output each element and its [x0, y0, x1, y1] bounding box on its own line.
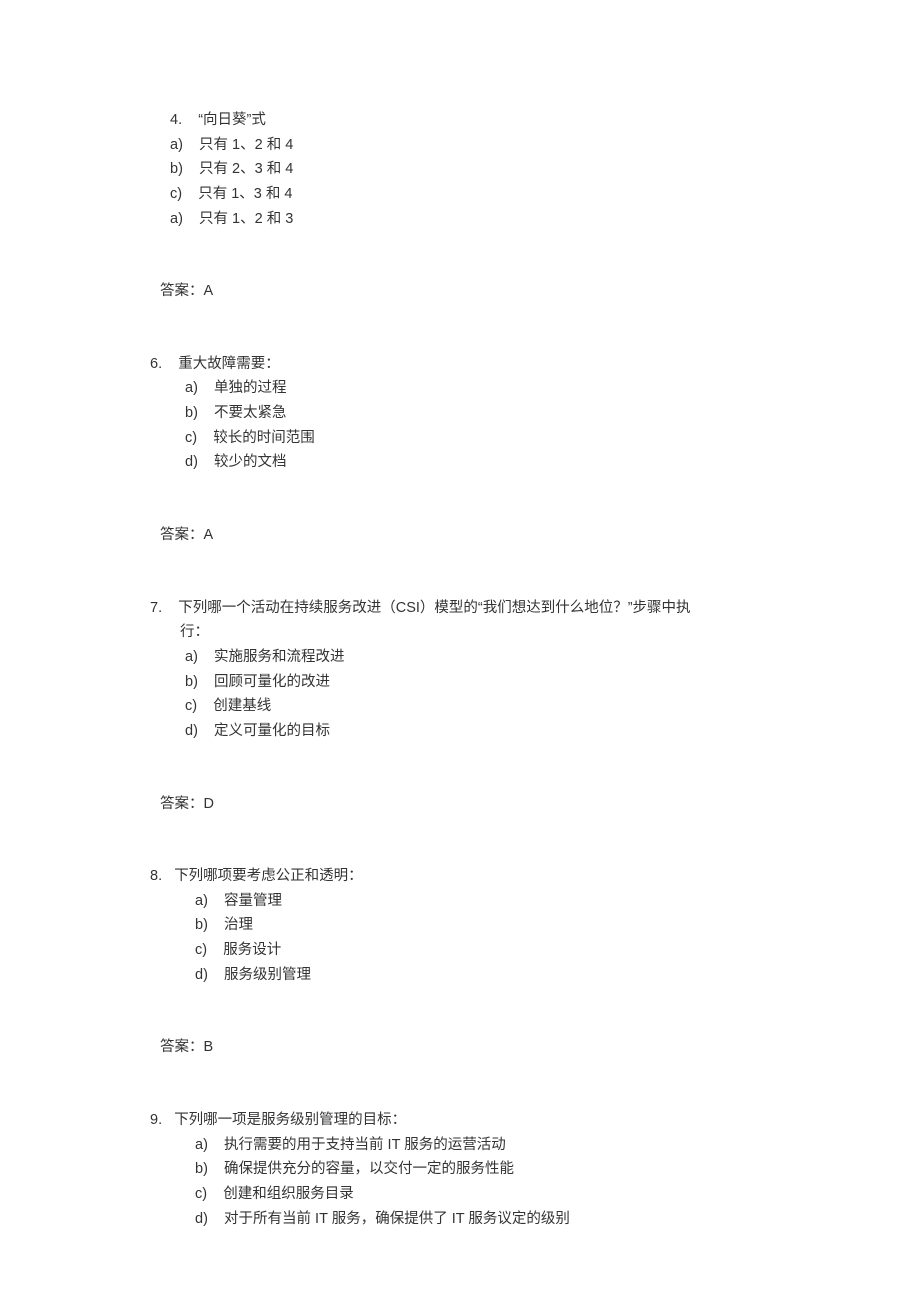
option-text: 只有 1、2 和 4: [199, 137, 293, 153]
option-marker: a): [185, 380, 198, 396]
option-marker: d): [185, 723, 198, 739]
option-text: 服务级别管理: [224, 967, 311, 983]
option-text: 确保提供充分的容量，以交付一定的服务性能: [224, 1161, 514, 1177]
answer: 答案：B: [150, 1035, 770, 1060]
option-text: 容量管理: [224, 893, 282, 909]
answer: 答案：D: [150, 792, 770, 817]
item-text: “向日葵”式: [198, 112, 266, 128]
option-text: 定义可量化的目标: [214, 723, 330, 739]
option-text: 不要太紧急: [214, 405, 287, 421]
option: c) 只有 1、3 和 4: [170, 182, 770, 207]
option-marker: a): [195, 1137, 208, 1153]
option-marker: a): [195, 893, 208, 909]
option-text: 实施服务和流程改进: [214, 649, 345, 665]
option: c) 较长的时间范围: [185, 426, 770, 451]
option-marker: b): [195, 1161, 208, 1177]
option-marker: a): [170, 137, 183, 153]
question-fragment: 4. “向日葵”式 a) 只有 1、2 和 4 b) 只有 2、3 和 4 c)…: [150, 108, 770, 304]
question-text: 下列哪一项是服务级别管理的目标：: [174, 1112, 406, 1128]
option-marker: a): [185, 649, 198, 665]
option: b) 只有 2、3 和 4: [170, 157, 770, 182]
option-text: 创建和组织服务目录: [223, 1186, 354, 1202]
question-text: 下列哪一个活动在持续服务改进（CSI）模型的“我们想达到什么地位？”步骤中执: [178, 600, 690, 616]
option-marker: a): [170, 211, 183, 227]
option-marker: b): [195, 917, 208, 933]
option-text: 执行需要的用于支持当前 IT 服务的运营活动: [224, 1137, 506, 1153]
option-marker: b): [185, 405, 198, 421]
option-text: 只有 1、2 和 3: [199, 211, 293, 227]
option: c) 创建基线: [185, 694, 770, 719]
option: b) 治理: [195, 913, 770, 938]
option-text: 只有 1、3 和 4: [198, 186, 292, 202]
option-marker: b): [185, 674, 198, 690]
option-text: 服务设计: [223, 942, 281, 958]
question-number: 7.: [150, 600, 162, 616]
option: b) 回顾可量化的改进: [185, 670, 770, 695]
option: d) 服务级别管理: [195, 963, 770, 988]
option-text: 回顾可量化的改进: [214, 674, 330, 690]
item-marker: 4.: [170, 112, 182, 128]
option-text: 对于所有当前 IT 服务，确保提供了 IT 服务议定的级别: [224, 1211, 570, 1227]
option-marker: c): [195, 1186, 207, 1202]
option: d) 较少的文档: [185, 450, 770, 475]
question-8: 8. 下列哪项要考虑公正和透明： a) 容量管理 b) 治理 c) 服务设计 d…: [150, 864, 770, 1060]
option-text: 治理: [224, 917, 253, 933]
option: d) 定义可量化的目标: [185, 719, 770, 744]
option: a) 执行需要的用于支持当前 IT 服务的运营活动: [195, 1133, 770, 1158]
option-text: 创建基线: [213, 698, 271, 714]
list-item: 4. “向日葵”式: [170, 108, 770, 133]
question-number: 6.: [150, 356, 162, 372]
option-marker: d): [195, 967, 208, 983]
option: b) 不要太紧急: [185, 401, 770, 426]
question-text: 重大故障需要：: [178, 356, 280, 372]
question-text: 下列哪项要考虑公正和透明：: [174, 868, 363, 884]
option-text: 只有 2、3 和 4: [199, 161, 293, 177]
question-stem: 7. 下列哪一个活动在持续服务改进（CSI）模型的“我们想达到什么地位？”步骤中…: [150, 596, 770, 621]
option: a) 实施服务和流程改进: [185, 645, 770, 670]
question-stem: 9. 下列哪一项是服务级别管理的目标：: [150, 1108, 770, 1133]
answer: 答案：A: [150, 279, 770, 304]
option: b) 确保提供充分的容量，以交付一定的服务性能: [195, 1157, 770, 1182]
option: a) 容量管理: [195, 889, 770, 914]
option-text: 单独的过程: [214, 380, 287, 396]
question-number: 9.: [150, 1112, 162, 1128]
option-text: 较长的时间范围: [213, 430, 315, 446]
question-stem: 6. 重大故障需要：: [150, 352, 770, 377]
option-marker: d): [195, 1211, 208, 1227]
option-text: 较少的文档: [214, 454, 287, 470]
option-marker: b): [170, 161, 183, 177]
answer: 答案：A: [150, 523, 770, 548]
option-marker: c): [170, 186, 182, 202]
option-marker: c): [195, 942, 207, 958]
document-page: 4. “向日葵”式 a) 只有 1、2 和 4 b) 只有 2、3 和 4 c)…: [0, 0, 920, 1311]
question-7: 7. 下列哪一个活动在持续服务改进（CSI）模型的“我们想达到什么地位？”步骤中…: [150, 596, 770, 816]
option-marker: c): [185, 698, 197, 714]
option: c) 服务设计: [195, 938, 770, 963]
question-stem-continued: 行：: [150, 620, 770, 645]
question-9: 9. 下列哪一项是服务级别管理的目标： a) 执行需要的用于支持当前 IT 服务…: [150, 1108, 770, 1231]
option-marker: c): [185, 430, 197, 446]
question-6: 6. 重大故障需要： a) 单独的过程 b) 不要太紧急 c) 较长的时间范围 …: [150, 352, 770, 548]
option: d) 对于所有当前 IT 服务，确保提供了 IT 服务议定的级别: [195, 1207, 770, 1232]
option: c) 创建和组织服务目录: [195, 1182, 770, 1207]
question-number: 8.: [150, 868, 162, 884]
option-marker: d): [185, 454, 198, 470]
option: a) 只有 1、2 和 3: [170, 207, 770, 232]
option: a) 单独的过程: [185, 376, 770, 401]
question-stem: 8. 下列哪项要考虑公正和透明：: [150, 864, 770, 889]
option: a) 只有 1、2 和 4: [170, 133, 770, 158]
